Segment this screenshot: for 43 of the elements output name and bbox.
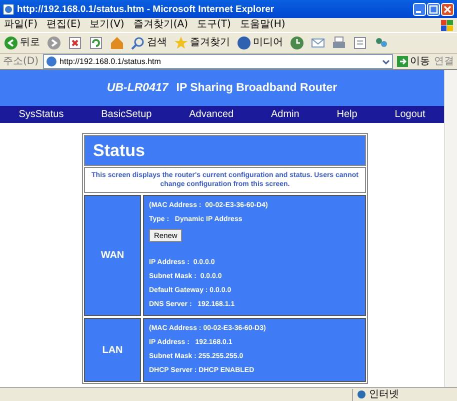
clock-icon[interactable] bbox=[289, 35, 305, 51]
menu-item[interactable]: 편집(E) bbox=[46, 19, 81, 31]
toolbar-button[interactable]: 뒤로 bbox=[3, 35, 41, 51]
windows-flag-icon bbox=[441, 20, 453, 30]
menu-item[interactable]: 보기(V) bbox=[90, 19, 124, 31]
scrollbar[interactable] bbox=[444, 70, 457, 387]
printer-icon[interactable] bbox=[331, 35, 347, 51]
go-button[interactable]: 이동 bbox=[397, 56, 430, 68]
star-icon bbox=[174, 36, 188, 50]
maximize-button[interactable] bbox=[427, 2, 440, 16]
search-icon bbox=[131, 36, 145, 50]
panel-title: Status bbox=[84, 135, 366, 166]
model-name: UB-LR0417 bbox=[106, 82, 168, 94]
forward-icon[interactable] bbox=[46, 35, 62, 51]
minimize-button[interactable] bbox=[413, 2, 426, 16]
nav-link[interactable]: SysStatus bbox=[18, 108, 64, 120]
refresh-icon[interactable] bbox=[88, 35, 104, 51]
nav-link[interactable]: Advanced bbox=[189, 108, 234, 120]
menu-item[interactable]: 도구(T) bbox=[197, 19, 231, 31]
menu-item[interactable]: 파일(F) bbox=[4, 19, 38, 31]
section-label: WAN bbox=[84, 195, 141, 316]
toolbar-button[interactable]: 즐겨찾기 bbox=[173, 35, 231, 51]
router-title: IP Sharing Broadband Router bbox=[176, 82, 338, 94]
arrow-icon bbox=[397, 56, 408, 67]
nav-link[interactable]: BasicSetup bbox=[101, 108, 152, 120]
section-label: LAN bbox=[84, 318, 141, 382]
nav-link[interactable]: Admin bbox=[270, 108, 300, 120]
zone-label: 인터넷 bbox=[369, 388, 399, 400]
back-icon bbox=[4, 36, 18, 50]
nav-link[interactable]: Help bbox=[336, 108, 358, 120]
stop-icon[interactable] bbox=[67, 35, 83, 51]
home-icon[interactable] bbox=[109, 35, 125, 51]
nav-link[interactable]: Logout bbox=[394, 108, 426, 120]
address-field[interactable]: http://192.168.0.1/status.htm bbox=[42, 54, 393, 69]
close-button[interactable] bbox=[441, 2, 454, 16]
address-label: 주소(D) bbox=[3, 56, 39, 68]
window-title: http://192.168.0.1/status.htm - Microsoft Internet Explorer bbox=[17, 4, 276, 14]
dropdown-icon[interactable] bbox=[382, 58, 390, 66]
toolbar-button[interactable]: 미디어 bbox=[236, 35, 284, 51]
toolbar-button[interactable]: 검색 bbox=[130, 35, 168, 51]
menu-item[interactable]: 즐겨찾기(A) bbox=[133, 19, 188, 31]
notepad-icon[interactable] bbox=[352, 35, 368, 51]
menu-item[interactable]: 도움말(H) bbox=[240, 19, 286, 31]
